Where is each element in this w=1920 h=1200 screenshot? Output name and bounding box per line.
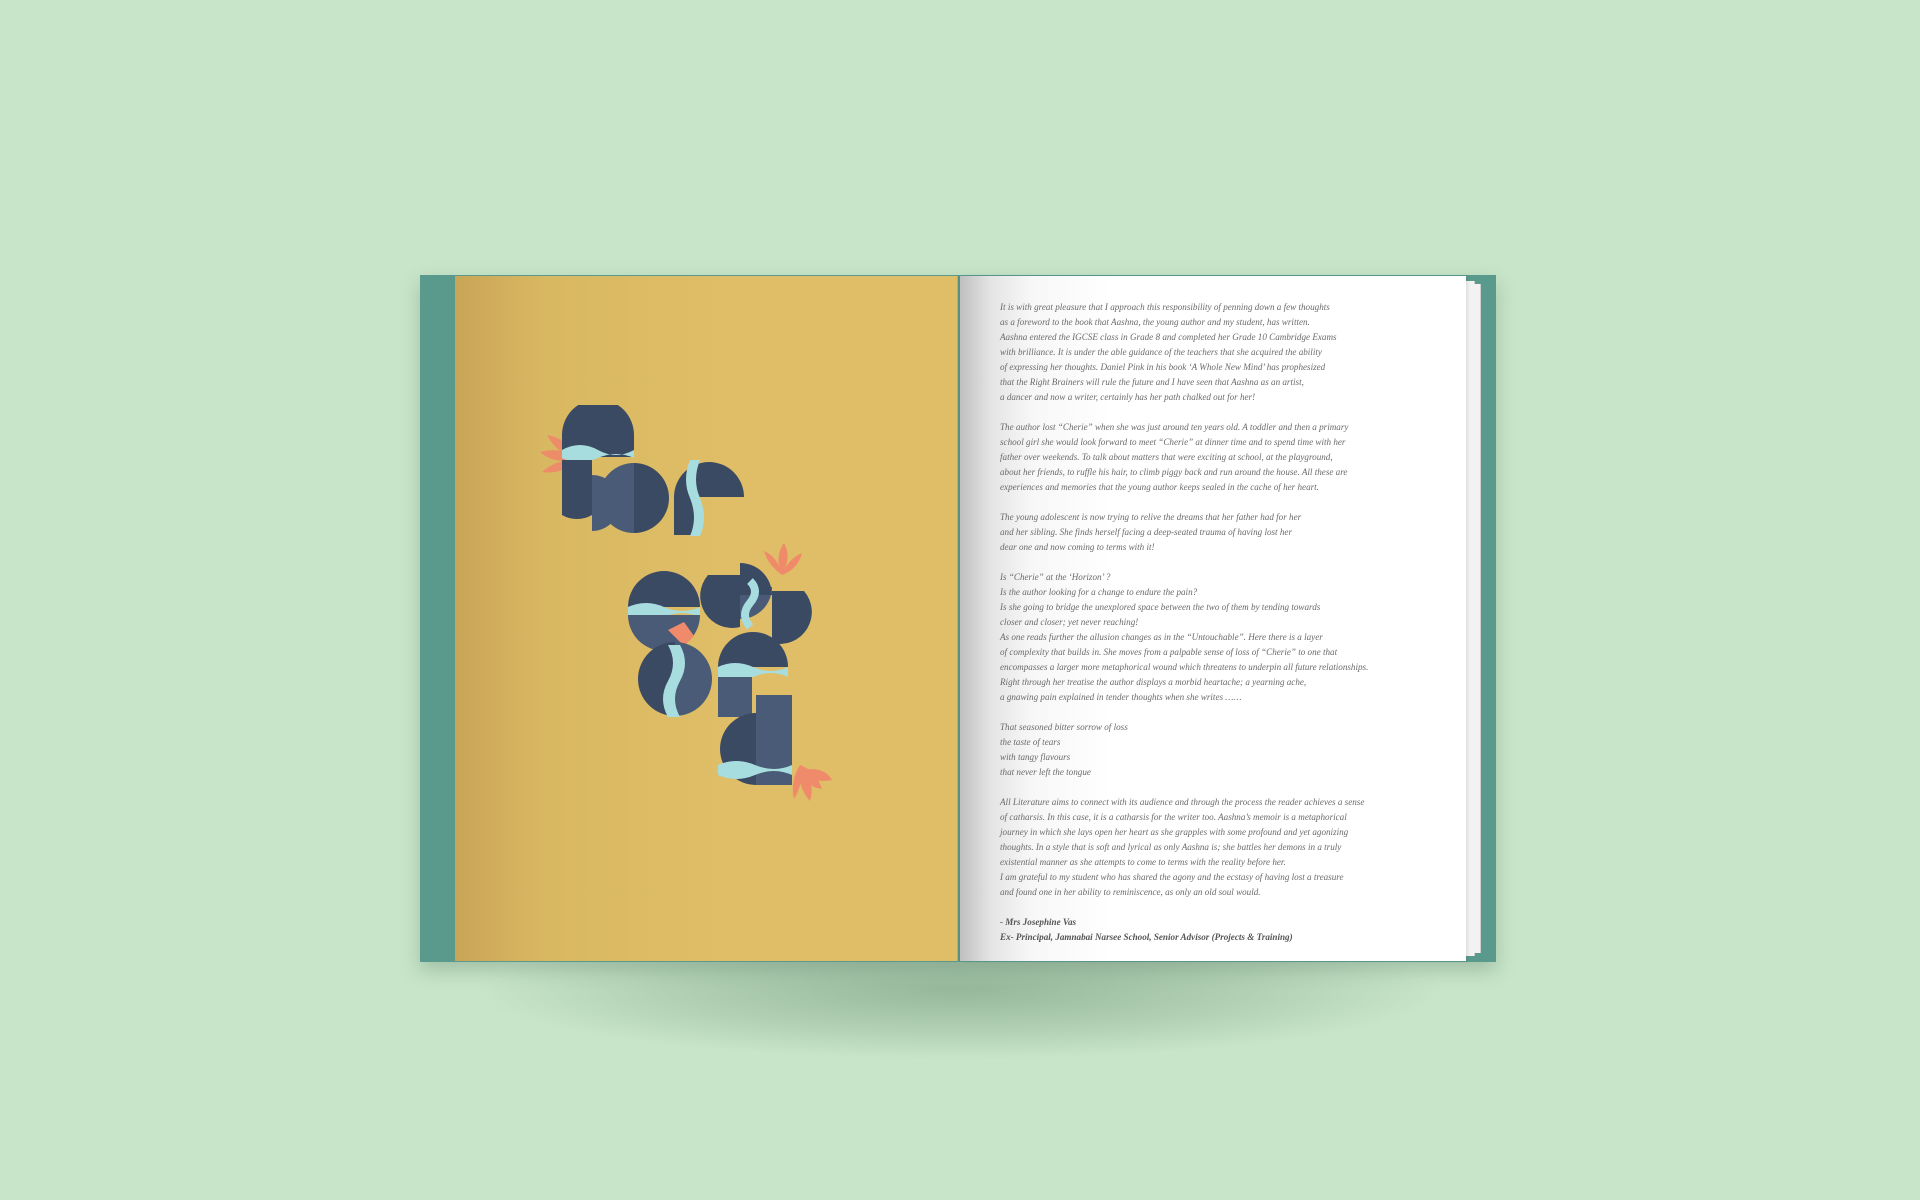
letter-w xyxy=(700,563,812,644)
lotus-middle-icon xyxy=(764,543,802,575)
paragraph-4: Is “Cherie” at the ‘Horizon’ ? Is the au… xyxy=(1000,572,1369,702)
paragraph-2: The author lost “Cherie” when she was ju… xyxy=(1000,422,1349,492)
foreword-title-art xyxy=(540,405,832,801)
signature-title: Ex- Principal, Jamnabai Narsee School, S… xyxy=(1000,932,1293,942)
signature-name: - Mrs Josephine Vas xyxy=(1000,917,1077,927)
letter-o-2 xyxy=(638,642,712,717)
letter-o-1 xyxy=(599,463,669,533)
paragraph-5: All Literature aims to connect with its … xyxy=(1000,797,1365,897)
paragraph-1: It is with great pleasure that I approac… xyxy=(1000,302,1337,402)
foreword-text-block: It is with great pleasure that I approac… xyxy=(1000,300,1440,945)
page-stack-2 xyxy=(1474,284,1481,953)
lotus-bottom-icon xyxy=(792,765,832,801)
paragraph-3: The young adolescent is now trying to re… xyxy=(1000,512,1302,552)
letter-e xyxy=(628,571,700,651)
letter-r-1 xyxy=(674,460,744,536)
poem-excerpt: That seasoned bitter sorrow of loss the … xyxy=(1000,722,1128,777)
